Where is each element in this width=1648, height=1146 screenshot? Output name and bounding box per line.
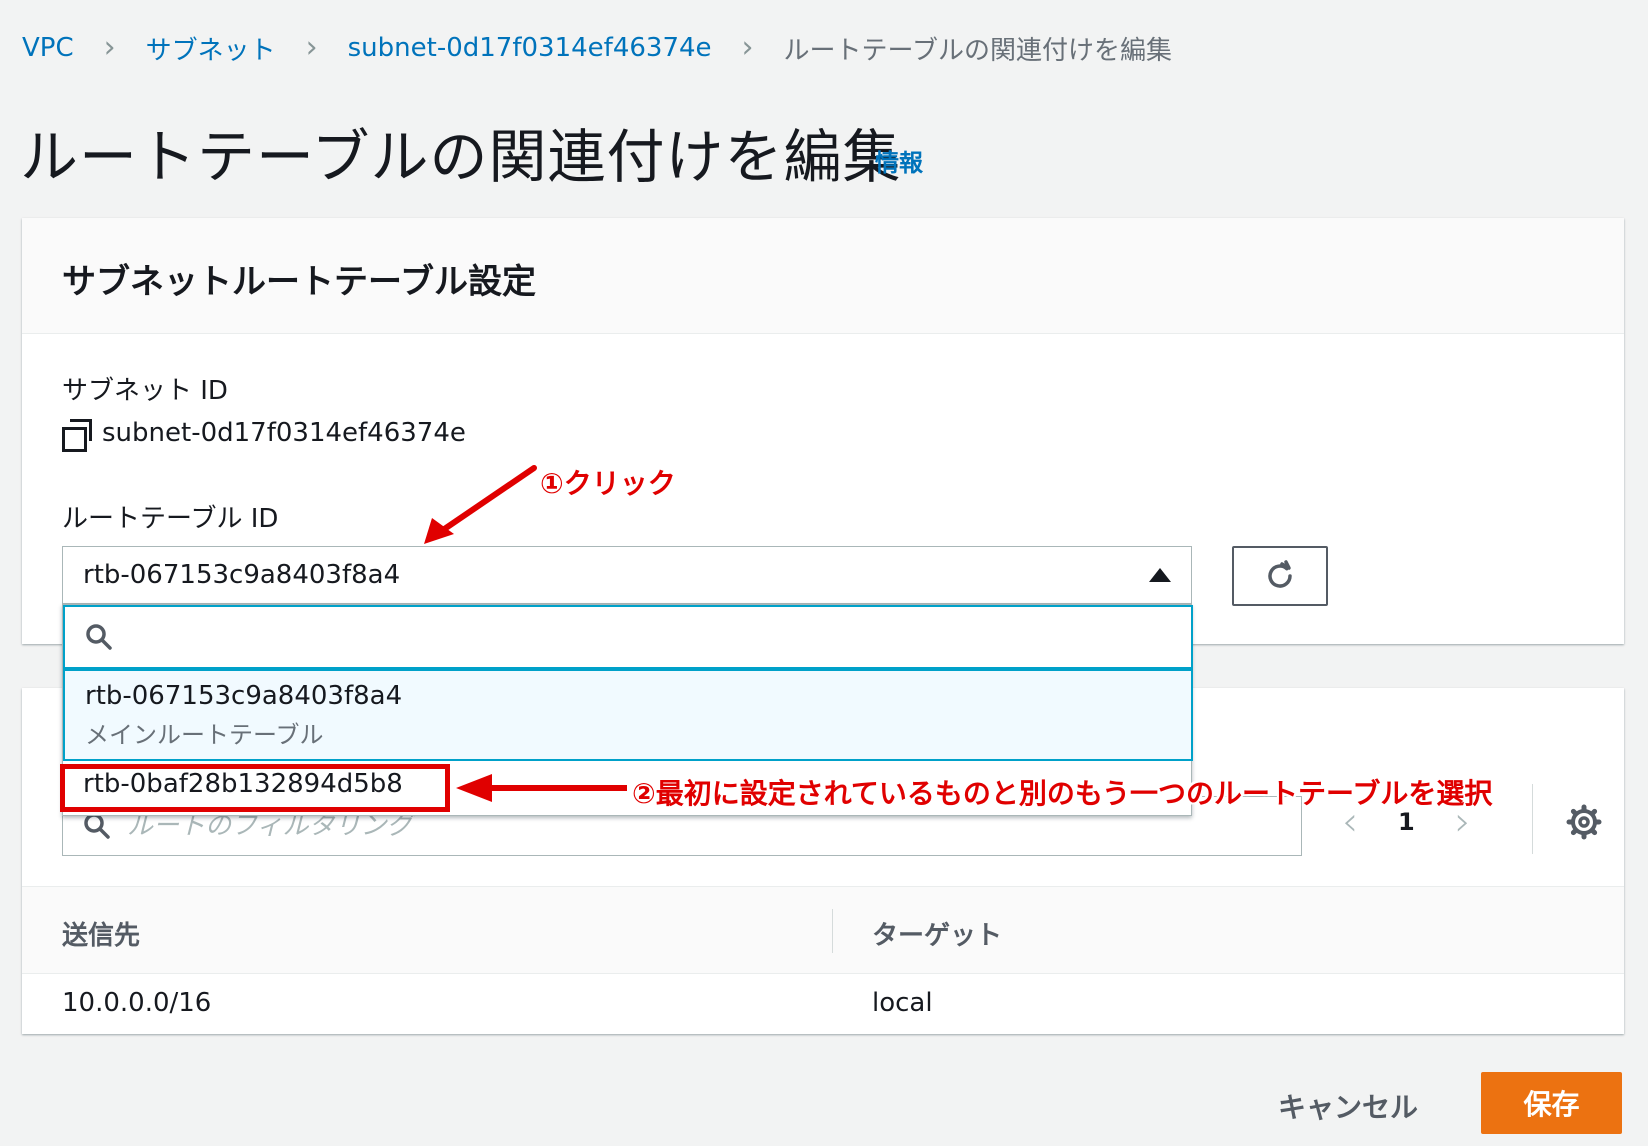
page-title: ルートテーブルの関連付けを編集: [20, 123, 902, 191]
column-header-target[interactable]: ターゲット: [872, 915, 1002, 952]
save-button[interactable]: 保存: [1481, 1072, 1622, 1134]
breadcrumb: VPC › サブネット › subnet-0d17f0314ef46374e ›…: [22, 30, 1172, 66]
refresh-button[interactable]: [1232, 546, 1328, 606]
breadcrumb-current: ルートテーブルの関連付けを編集: [783, 35, 1172, 66]
page-number[interactable]: 1: [1398, 808, 1415, 836]
breadcrumb-subnets[interactable]: サブネット: [146, 30, 276, 67]
dropdown-search-input[interactable]: [129, 617, 1129, 657]
option-id: rtb-067153c9a8403f8a4: [85, 681, 403, 711]
annotation-highlight-box: [60, 764, 450, 812]
annotation-arrow-1: [424, 465, 537, 544]
refresh-icon: [1268, 560, 1292, 588]
breadcrumb-vpc[interactable]: VPC: [22, 33, 74, 63]
caret-up-icon: [1149, 568, 1171, 582]
column-divider: [832, 909, 833, 953]
copy-icon[interactable]: [62, 419, 92, 452]
annotation-step1: ①クリック: [540, 467, 676, 500]
route-table-id-label: ルートテーブル ID: [62, 504, 279, 534]
dropdown-search[interactable]: [63, 605, 1193, 669]
option-description: メインルートテーブル: [85, 721, 324, 749]
route-table-selected-value: rtb-067153c9a8403f8a4: [83, 560, 401, 590]
panel-heading: サブネットルートテーブル設定: [62, 262, 536, 302]
panel-header: サブネットルートテーブル設定: [22, 218, 1624, 334]
subnet-id-label: サブネット ID: [62, 376, 228, 406]
route-target: local: [872, 988, 933, 1018]
breadcrumb-subnet-id[interactable]: subnet-0d17f0314ef46374e: [348, 33, 712, 63]
divider: [1532, 784, 1533, 854]
column-header-destination[interactable]: 送信先: [62, 915, 140, 952]
gear-icon[interactable]: [1560, 798, 1608, 846]
route-destination: 10.0.0.0/16: [62, 988, 212, 1018]
subnet-id-value: subnet-0d17f0314ef46374e: [62, 418, 466, 452]
subnet-id-text: subnet-0d17f0314ef46374e: [102, 418, 466, 448]
route-table-select[interactable]: rtb-067153c9a8403f8a4: [62, 546, 1192, 604]
routes-table-header: 送信先 ターゲット: [22, 886, 1624, 974]
chevron-right-icon: ›: [741, 30, 754, 65]
annotation-step2: ②最初に設定されているものと別のもう一つのルートテーブルを選択: [632, 777, 1493, 810]
dropdown-option-main[interactable]: rtb-067153c9a8403f8a4 メインルートテーブル: [63, 669, 1193, 761]
annotation-arrow-2: [456, 774, 627, 802]
search-icon: [86, 624, 112, 650]
info-link[interactable]: 情報: [875, 143, 923, 178]
chevron-right-icon: ›: [103, 30, 116, 65]
cancel-button[interactable]: キャンセル: [1262, 1076, 1434, 1136]
chevron-right-icon: ›: [305, 30, 318, 65]
